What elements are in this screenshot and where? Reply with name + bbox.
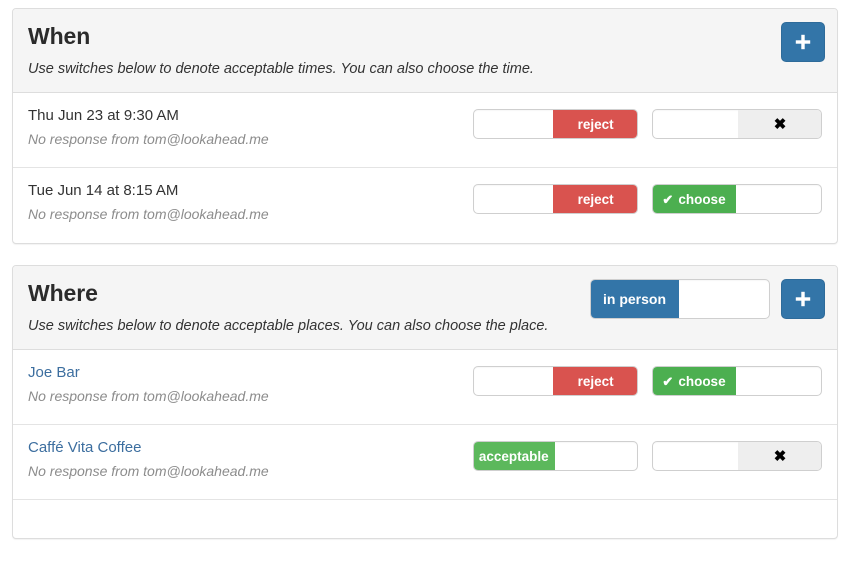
add-time-button[interactable] xyxy=(781,22,825,62)
check-icon: ✔ xyxy=(662,191,674,207)
acceptability-switch[interactable]: reject xyxy=(473,366,638,396)
choose-switch[interactable]: ✔ choose xyxy=(652,366,822,396)
in-person-toggle[interactable]: in person xyxy=(590,279,770,319)
switch-state-label: choose xyxy=(678,191,726,207)
when-panel-heading: When Use switches below to denote accept… xyxy=(13,9,837,93)
switch-state-label: reject xyxy=(553,367,637,395)
when-panel-title: When xyxy=(28,23,91,49)
row-response-status: No response from tom@lookahead.me xyxy=(28,388,269,404)
row-controls: reject ✔ choose xyxy=(473,363,822,396)
choose-switch[interactable]: ✖ xyxy=(652,441,822,471)
when-panel: When Use switches below to denote accept… xyxy=(12,8,838,244)
switch-state-label: reject xyxy=(553,185,637,213)
row-info: Tue Jun 14 at 8:15 AM No response from t… xyxy=(28,181,473,224)
add-place-button[interactable] xyxy=(781,279,825,319)
row-response-status: No response from tom@lookahead.me xyxy=(28,463,269,479)
x-icon: ✖ xyxy=(773,115,787,133)
acceptability-switch[interactable]: reject xyxy=(473,184,638,214)
row-info: Thu Jun 23 at 9:30 AM No response from t… xyxy=(28,106,473,149)
row-controls: reject ✖ xyxy=(473,106,822,139)
switch-state-off: ✖ xyxy=(738,442,821,470)
row-title: Thu Jun 23 at 9:30 AM xyxy=(28,107,179,124)
acceptability-switch[interactable]: reject xyxy=(473,109,638,139)
where-heading-controls: in person xyxy=(590,279,825,319)
row-controls: acceptable ✖ xyxy=(473,438,822,471)
check-icon: ✔ xyxy=(662,373,674,389)
choose-switch[interactable]: ✔ choose xyxy=(652,184,822,214)
plus-icon xyxy=(794,33,812,51)
switch-state-off: ✖ xyxy=(738,110,821,138)
switch-state-label: reject xyxy=(553,110,637,138)
switch-state-on: ✔ choose xyxy=(653,367,736,395)
table-row: Joe Bar No response from tom@lookahead.m… xyxy=(13,350,837,425)
where-panel-heading: Where Use switches below to denote accep… xyxy=(13,266,837,350)
acceptability-switch[interactable]: acceptable xyxy=(473,441,638,471)
when-heading-controls xyxy=(781,22,825,62)
row-controls: reject ✔ choose xyxy=(473,181,822,214)
row-info: Joe Bar No response from tom@lookahead.m… xyxy=(28,363,473,406)
scheduling-preferences-page: When Use switches below to denote accept… xyxy=(0,0,850,582)
where-panel: Where Use switches below to denote accep… xyxy=(12,265,838,539)
row-title: Tue Jun 14 at 8:15 AM xyxy=(28,182,179,199)
where-panel-subtitle: Use switches below to denote acceptable … xyxy=(28,318,549,334)
choose-switch[interactable]: ✖ xyxy=(652,109,822,139)
when-panel-subtitle: Use switches below to denote acceptable … xyxy=(28,61,534,77)
row-info: Caffé Vita Coffee No response from tom@l… xyxy=(28,438,473,481)
table-row: Tue Jun 14 at 8:15 AM No response from t… xyxy=(13,168,837,243)
switch-state-label: choose xyxy=(678,373,726,389)
row-title-link[interactable]: Joe Bar xyxy=(28,363,473,383)
table-row: Caffé Vita Coffee No response from tom@l… xyxy=(13,425,837,500)
switch-state-on: ✔ choose xyxy=(653,185,736,213)
switch-state-label: in person xyxy=(591,280,679,318)
row-title-link[interactable]: Caffé Vita Coffee xyxy=(28,438,473,458)
x-icon: ✖ xyxy=(773,447,787,465)
row-response-status: No response from tom@lookahead.me xyxy=(28,131,269,147)
row-response-status: No response from tom@lookahead.me xyxy=(28,206,269,222)
panel-bottom-space xyxy=(13,500,837,538)
plus-icon xyxy=(794,290,812,308)
switch-state-label: acceptable xyxy=(474,442,555,470)
table-row: Thu Jun 23 at 9:30 AM No response from t… xyxy=(13,93,837,168)
